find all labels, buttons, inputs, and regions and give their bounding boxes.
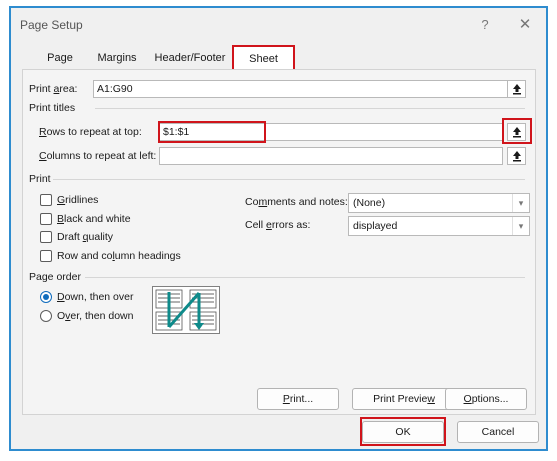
row-column-headings-label: Row and column headings	[57, 250, 181, 262]
cell-errors-select[interactable]: displayed ▾	[348, 216, 530, 236]
print-button[interactable]: Print...	[257, 388, 339, 410]
tab-page[interactable]: Page	[35, 47, 85, 69]
page-order-heading: Page order	[29, 271, 81, 283]
draft-quality-label: Draft quality	[57, 231, 114, 243]
down-then-over-label: Down, then over	[57, 291, 134, 303]
ok-button[interactable]: OK	[362, 421, 444, 443]
cancel-button[interactable]: Cancel	[457, 421, 539, 443]
columns-to-repeat-input[interactable]	[159, 147, 503, 165]
row-column-headings-checkbox[interactable]	[40, 250, 52, 262]
comments-notes-select[interactable]: (None) ▾	[348, 193, 530, 213]
title-bar: Page Setup ? ✕	[11, 8, 546, 42]
tab-sheet[interactable]: Sheet	[232, 45, 295, 70]
over-then-down-label: Over, then down	[57, 310, 134, 322]
sheet-tab-panel: Print area: A1:G90 Print titles Rows to …	[22, 69, 536, 415]
comments-notes-value: (None)	[353, 197, 386, 209]
print-divider	[53, 179, 525, 180]
page-order-diagram-icon	[155, 289, 217, 331]
cell-errors-label: Cell errors as:	[245, 219, 311, 231]
over-then-down-radio[interactable]	[40, 310, 52, 322]
black-white-label: Black and white	[57, 213, 131, 225]
print-preview-button[interactable]: Print Preview	[352, 388, 456, 410]
chevron-down-icon: ▾	[512, 194, 529, 212]
upload-arrow-icon	[512, 127, 521, 138]
page-order-preview	[152, 286, 220, 334]
black-white-checkbox[interactable]	[40, 213, 52, 225]
draft-quality-checkbox[interactable]	[40, 231, 52, 243]
print-area-collapse-button[interactable]	[507, 80, 526, 98]
help-button[interactable]: ?	[471, 14, 499, 36]
gridlines-label: Gridlines	[57, 194, 99, 206]
dialog-title: Page Setup	[20, 18, 83, 32]
tab-header-footer[interactable]: Header/Footer	[147, 47, 233, 69]
upload-arrow-icon	[512, 84, 521, 95]
upload-arrow-icon	[512, 151, 521, 162]
page-order-divider	[85, 277, 525, 278]
columns-to-repeat-label: Columns to repeat at left:	[39, 150, 157, 162]
tab-margins[interactable]: Margins	[89, 47, 145, 69]
print-titles-heading: Print titles	[29, 102, 76, 114]
print-titles-divider	[95, 108, 525, 109]
down-then-over-radio[interactable]	[40, 291, 52, 303]
rows-to-repeat-input[interactable]: $1:$1	[159, 123, 503, 141]
options-button[interactable]: Options...	[445, 388, 527, 410]
close-button[interactable]: ✕	[511, 14, 539, 36]
print-area-label: Print area:	[29, 83, 78, 95]
cell-errors-value: displayed	[353, 220, 398, 232]
gridlines-checkbox[interactable]	[40, 194, 52, 206]
rows-to-repeat-label: Rows to repeat at top:	[39, 126, 142, 138]
print-area-input[interactable]: A1:G90	[93, 80, 521, 98]
comments-notes-label: Comments and notes:	[245, 196, 348, 208]
columns-collapse-button[interactable]	[507, 147, 526, 165]
chevron-down-icon: ▾	[512, 217, 529, 235]
print-heading: Print	[29, 173, 51, 185]
rows-collapse-button[interactable]	[507, 123, 526, 141]
page-setup-dialog: Page Setup ? ✕ Page Margins Header/Foote…	[9, 6, 548, 451]
